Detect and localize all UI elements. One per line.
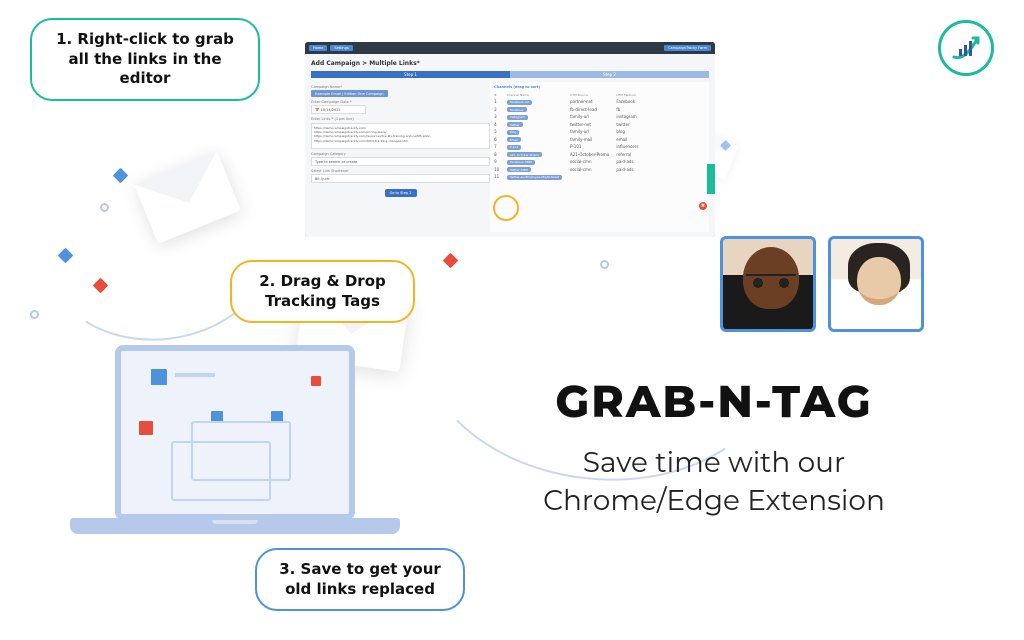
table-row: 5Blogfamily-urlblog — [494, 128, 705, 136]
step-1: Step 1 — [311, 71, 510, 78]
step-bubble-3: 3. Save to get your old links replaced — [255, 548, 465, 611]
table-row: 1Facebook Adpartner-netFacebook — [494, 98, 705, 106]
side-tab — [707, 164, 715, 194]
go-step2-button: Go to Step 2 — [385, 189, 417, 197]
app-screenshot: Home Settings CampaignTracky Form Add Ca… — [305, 42, 715, 237]
table-row: 7P-101P-101influencers — [494, 143, 705, 151]
step-2: Step 2 — [510, 71, 709, 78]
nav-form: CampaignTracky Form — [664, 45, 711, 51]
main-title: GRAB-N-TAG — [474, 375, 954, 429]
table-row: 2Facebookfb-direct-leadfb — [494, 106, 705, 114]
nav-settings: Settings — [330, 45, 352, 51]
table-row: 3Instagramfamily-urlinstagram — [494, 113, 705, 121]
step-bubble-2: 2. Drag & Drop Tracking Tags — [230, 260, 415, 323]
avatar-1 — [720, 236, 816, 332]
table-row: 9Facebook-SMMsocial-cmnpaid-ads — [494, 158, 705, 166]
table-row: 11Twitter-an-Employee-Might-Tweet — [494, 173, 705, 181]
brand-logo — [938, 20, 994, 76]
main-subtitle: Save time with ourChrome/Edge Extension — [474, 445, 954, 521]
avatar-group — [720, 236, 924, 332]
table-row: 4Twittertwitter-nettwitter — [494, 121, 705, 129]
panel-title: Add Campaign > Multiple Links* — [311, 60, 709, 67]
url-list: https://democampaigntrackly.com/ https:/… — [311, 123, 490, 149]
step-bubble-1: 1. Right-click to grab all the links in … — [30, 18, 260, 101]
avatar-2 — [828, 236, 924, 332]
table-row: 6Emailfamily-mailemail — [494, 136, 705, 144]
campaign-name-value: Example Email | Edition One Campaign — [311, 90, 388, 97]
delete-icon: ✖ — [699, 202, 707, 210]
table-row: 10Twitter-SMMsocial-cmnpaid-ads — [494, 166, 705, 174]
nav-home: Home — [309, 45, 327, 51]
table-row: 8A21-October-PromoA21-October-Promorefer… — [494, 151, 705, 159]
